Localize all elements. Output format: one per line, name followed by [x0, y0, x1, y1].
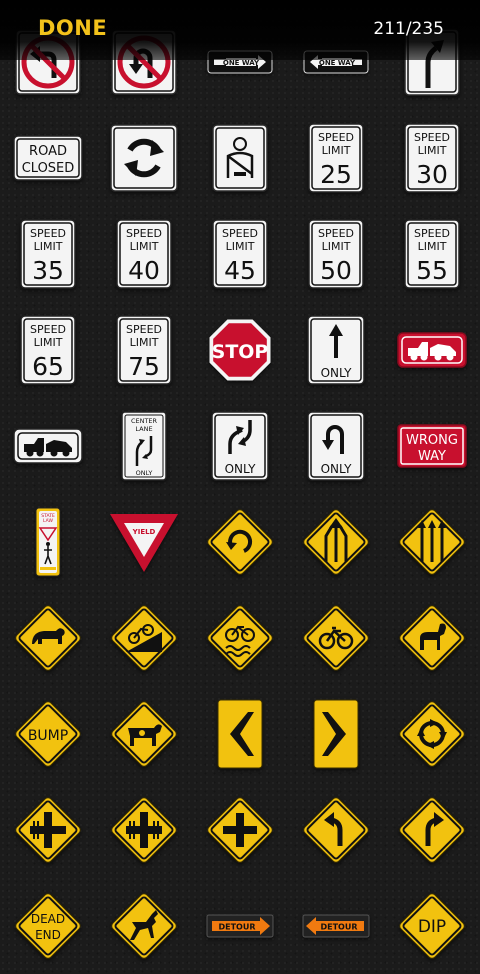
svg-text:LIMIT: LIMIT: [130, 336, 159, 349]
svg-text:40: 40: [128, 256, 160, 285]
svg-text:LIMIT: LIMIT: [418, 240, 447, 253]
svg-text:LIMIT: LIMIT: [226, 240, 255, 253]
speed-limit-35-sign-icon[interactable]: SPEED LIMIT 35: [0, 206, 96, 302]
svg-text:SPEED: SPEED: [414, 131, 450, 144]
svg-text:55: 55: [416, 256, 448, 285]
svg-text:LAW: LAW: [43, 518, 53, 524]
curve-left-warning-sign-icon[interactable]: [288, 782, 384, 878]
merge-lanes-warning-sign-icon[interactable]: [288, 494, 384, 590]
pedestrian-state-law-sign-icon[interactable]: STATE LAW: [0, 494, 96, 590]
svg-text:SPEED: SPEED: [318, 227, 354, 240]
svg-text:DIP: DIP: [418, 917, 446, 937]
two-way-left-turn-only-sign-icon[interactable]: ONLY: [192, 398, 288, 494]
svg-text:DEAD: DEAD: [31, 912, 65, 926]
chevron-left-sign-icon[interactable]: [192, 686, 288, 782]
railroad-cross-left-sign-icon[interactable]: [0, 782, 96, 878]
svg-text:30: 30: [416, 160, 448, 189]
wrong-way-sign-icon[interactable]: WRONG WAY: [384, 398, 480, 494]
svg-text:DETOUR: DETOUR: [218, 923, 255, 932]
speed-limit-75-sign-icon[interactable]: SPEED LIMIT 75: [96, 302, 192, 398]
svg-text:WAY: WAY: [418, 449, 446, 464]
straight-only-sign-icon[interactable]: ONLY: [288, 302, 384, 398]
svg-text:45: 45: [224, 256, 256, 285]
svg-text:LIMIT: LIMIT: [418, 144, 447, 157]
svg-text:LIMIT: LIMIT: [322, 240, 351, 253]
svg-text:YIELD: YIELD: [132, 528, 156, 536]
bicycle-slippery-sign-icon[interactable]: [192, 590, 288, 686]
tow-away-red-sign-icon[interactable]: [384, 302, 480, 398]
bump-warning-sign-icon[interactable]: BUMP: [0, 686, 96, 782]
svg-text:DETOUR: DETOUR: [320, 923, 357, 932]
svg-text:ROAD: ROAD: [29, 144, 67, 159]
svg-text:75: 75: [128, 352, 160, 381]
svg-text:SPEED: SPEED: [222, 227, 258, 240]
center-lane-only-sign-icon[interactable]: CENTER LANE ONLY: [96, 398, 192, 494]
bicycle-crossing-sign-icon[interactable]: [288, 590, 384, 686]
speed-limit-50-sign-icon[interactable]: SPEED LIMIT 50: [288, 206, 384, 302]
roundabout-sign-icon[interactable]: [96, 110, 192, 206]
svg-text:LIMIT: LIMIT: [34, 336, 63, 349]
svg-text:LANE: LANE: [135, 425, 152, 433]
svg-text:ONLY: ONLY: [321, 366, 353, 380]
chevron-right-sign-icon[interactable]: [288, 686, 384, 782]
svg-text:25: 25: [320, 160, 352, 189]
svg-text:35: 35: [32, 256, 64, 285]
done-button[interactable]: DONE: [38, 16, 107, 40]
svg-text:SPEED: SPEED: [30, 227, 66, 240]
roundabout-warning-sign-icon[interactable]: [192, 494, 288, 590]
top-bar: DONE 211/235: [0, 0, 480, 60]
svg-text:50: 50: [320, 256, 352, 285]
cattle-crossing-sign-icon[interactable]: [96, 686, 192, 782]
speed-limit-30-sign-icon[interactable]: SPEED LIMIT 30: [384, 110, 480, 206]
svg-text:STOP: STOP: [212, 341, 269, 363]
sign-grid: ONE WAY ONE WAY ROAD CLOSED SPEED LIMIT 25 …: [0, 0, 480, 960]
circular-intersection-sign-icon[interactable]: [384, 686, 480, 782]
curve-right-warning-sign-icon[interactable]: [384, 782, 480, 878]
bicycle-hill-sign-icon[interactable]: [96, 590, 192, 686]
svg-text:LIMIT: LIMIT: [34, 240, 63, 253]
svg-text:ONE WAY: ONE WAY: [319, 59, 356, 67]
added-lane-warning-sign-icon[interactable]: [384, 494, 480, 590]
speed-limit-65-sign-icon[interactable]: SPEED LIMIT 65: [0, 302, 96, 398]
railroad-cross-both-sign-icon[interactable]: [96, 782, 192, 878]
u-turn-only-sign-icon[interactable]: ONLY: [288, 398, 384, 494]
svg-text:ONE WAY: ONE WAY: [223, 59, 260, 67]
svg-text:ONLY: ONLY: [225, 462, 257, 476]
svg-text:LIMIT: LIMIT: [322, 144, 351, 157]
seatbelt-sign-icon[interactable]: [192, 110, 288, 206]
svg-text:SPEED: SPEED: [126, 227, 162, 240]
svg-text:ONLY: ONLY: [321, 462, 353, 476]
svg-text:SPEED: SPEED: [126, 323, 162, 336]
crossroad-warning-sign-icon[interactable]: [192, 782, 288, 878]
stop-sign-icon[interactable]: STOP: [192, 302, 288, 398]
svg-text:CENTER: CENTER: [131, 417, 158, 425]
bear-crossing-sign-icon[interactable]: [0, 590, 96, 686]
progress-counter: 211/235: [373, 19, 444, 39]
svg-text:ONLY: ONLY: [136, 469, 153, 477]
speed-limit-40-sign-icon[interactable]: SPEED LIMIT 40: [96, 206, 192, 302]
speed-limit-45-sign-icon[interactable]: SPEED LIMIT 45: [192, 206, 288, 302]
svg-text:WRONG: WRONG: [406, 433, 458, 448]
speed-limit-55-sign-icon[interactable]: SPEED LIMIT 55: [384, 206, 480, 302]
road-closed-sign-icon[interactable]: ROAD CLOSED: [0, 110, 96, 206]
svg-text:SPEED: SPEED: [30, 323, 66, 336]
svg-text:BUMP: BUMP: [28, 728, 68, 744]
svg-text:SPEED: SPEED: [414, 227, 450, 240]
bighorn-sheep-crossing-sign-icon[interactable]: [384, 590, 480, 686]
svg-text:END: END: [35, 928, 61, 942]
svg-text:CLOSED: CLOSED: [22, 161, 75, 176]
svg-text:65: 65: [32, 352, 64, 381]
svg-text:LIMIT: LIMIT: [130, 240, 159, 253]
svg-text:SPEED: SPEED: [318, 131, 354, 144]
speed-limit-25-sign-icon[interactable]: SPEED LIMIT 25: [288, 110, 384, 206]
tow-away-white-sign-icon[interactable]: [0, 398, 96, 494]
yield-sign-icon[interactable]: YIELD: [96, 494, 192, 590]
